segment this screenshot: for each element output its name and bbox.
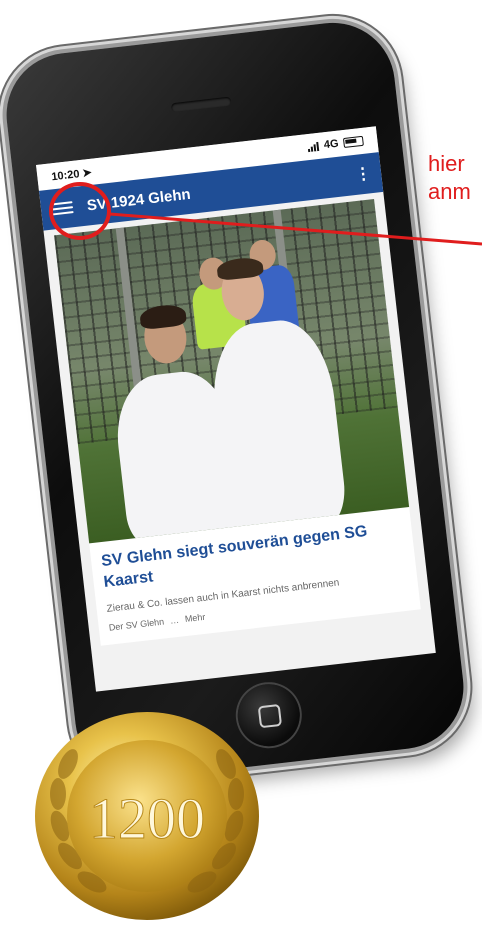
annotation-circle	[49, 182, 111, 240]
annotation-text: hier anm	[428, 151, 471, 204]
medal-value: 1200	[89, 786, 205, 851]
gold-medal-badge: 1200	[35, 712, 259, 920]
